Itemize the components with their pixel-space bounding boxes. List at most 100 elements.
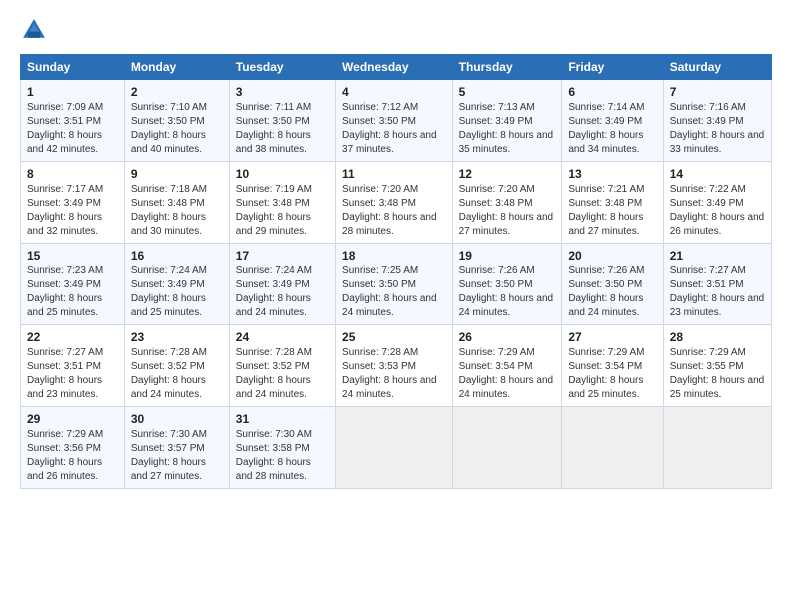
day-number: 6 xyxy=(568,84,656,101)
day-number: 30 xyxy=(131,411,223,428)
header-day-wednesday: Wednesday xyxy=(336,55,453,80)
sunset: Sunset: 3:54 PM xyxy=(459,360,556,374)
day-number: 17 xyxy=(236,248,329,265)
day-cell: 21Sunrise: 7:27 AMSunset: 3:51 PMDayligh… xyxy=(663,243,771,325)
day-cell: 24Sunrise: 7:28 AMSunset: 3:52 PMDayligh… xyxy=(229,325,335,407)
day-number: 3 xyxy=(236,84,329,101)
sunrise: Sunrise: 7:23 AM xyxy=(27,264,118,278)
daylight: Daylight: 8 hours and 24 minutes. xyxy=(236,292,329,320)
header-day-monday: Monday xyxy=(124,55,229,80)
day-number: 2 xyxy=(131,84,223,101)
daylight: Daylight: 8 hours and 25 minutes. xyxy=(27,292,118,320)
day-cell: 5Sunrise: 7:13 AMSunset: 3:49 PMDaylight… xyxy=(452,80,562,162)
day-cell: 6Sunrise: 7:14 AMSunset: 3:49 PMDaylight… xyxy=(562,80,663,162)
day-cell: 26Sunrise: 7:29 AMSunset: 3:54 PMDayligh… xyxy=(452,325,562,407)
day-cell xyxy=(452,407,562,489)
day-cell: 23Sunrise: 7:28 AMSunset: 3:52 PMDayligh… xyxy=(124,325,229,407)
week-row-4: 22Sunrise: 7:27 AMSunset: 3:51 PMDayligh… xyxy=(21,325,772,407)
day-number: 4 xyxy=(342,84,446,101)
sunrise: Sunrise: 7:30 AM xyxy=(236,428,329,442)
sunrise: Sunrise: 7:14 AM xyxy=(568,101,656,115)
day-cell xyxy=(562,407,663,489)
sunset: Sunset: 3:50 PM xyxy=(236,115,329,129)
day-number: 7 xyxy=(670,84,765,101)
day-cell: 13Sunrise: 7:21 AMSunset: 3:48 PMDayligh… xyxy=(562,161,663,243)
sunset: Sunset: 3:50 PM xyxy=(459,278,556,292)
sunset: Sunset: 3:52 PM xyxy=(236,360,329,374)
sunset: Sunset: 3:55 PM xyxy=(670,360,765,374)
day-cell: 16Sunrise: 7:24 AMSunset: 3:49 PMDayligh… xyxy=(124,243,229,325)
day-number: 5 xyxy=(459,84,556,101)
sunset: Sunset: 3:51 PM xyxy=(670,278,765,292)
sunrise: Sunrise: 7:18 AM xyxy=(131,183,223,197)
sunset: Sunset: 3:49 PM xyxy=(27,197,118,211)
day-cell: 4Sunrise: 7:12 AMSunset: 3:50 PMDaylight… xyxy=(336,80,453,162)
day-cell: 1Sunrise: 7:09 AMSunset: 3:51 PMDaylight… xyxy=(21,80,125,162)
sunset: Sunset: 3:53 PM xyxy=(342,360,446,374)
header-day-tuesday: Tuesday xyxy=(229,55,335,80)
day-number: 10 xyxy=(236,166,329,183)
daylight: Daylight: 8 hours and 32 minutes. xyxy=(27,211,118,239)
week-row-1: 1Sunrise: 7:09 AMSunset: 3:51 PMDaylight… xyxy=(21,80,772,162)
daylight: Daylight: 8 hours and 40 minutes. xyxy=(131,129,223,157)
sunrise: Sunrise: 7:29 AM xyxy=(670,346,765,360)
sunset: Sunset: 3:49 PM xyxy=(131,278,223,292)
day-cell: 8Sunrise: 7:17 AMSunset: 3:49 PMDaylight… xyxy=(21,161,125,243)
daylight: Daylight: 8 hours and 23 minutes. xyxy=(670,292,765,320)
daylight: Daylight: 8 hours and 37 minutes. xyxy=(342,129,446,157)
sunset: Sunset: 3:48 PM xyxy=(236,197,329,211)
sunset: Sunset: 3:48 PM xyxy=(459,197,556,211)
day-number: 27 xyxy=(568,329,656,346)
day-cell: 31Sunrise: 7:30 AMSunset: 3:58 PMDayligh… xyxy=(229,407,335,489)
day-cell: 7Sunrise: 7:16 AMSunset: 3:49 PMDaylight… xyxy=(663,80,771,162)
sunrise: Sunrise: 7:21 AM xyxy=(568,183,656,197)
daylight: Daylight: 8 hours and 28 minutes. xyxy=(342,211,446,239)
daylight: Daylight: 8 hours and 24 minutes. xyxy=(131,374,223,402)
sunset: Sunset: 3:50 PM xyxy=(131,115,223,129)
sunset: Sunset: 3:48 PM xyxy=(342,197,446,211)
day-number: 21 xyxy=(670,248,765,265)
day-number: 23 xyxy=(131,329,223,346)
daylight: Daylight: 8 hours and 25 minutes. xyxy=(568,374,656,402)
sunset: Sunset: 3:57 PM xyxy=(131,442,223,456)
daylight: Daylight: 8 hours and 25 minutes. xyxy=(670,374,765,402)
day-cell xyxy=(336,407,453,489)
day-cell: 10Sunrise: 7:19 AMSunset: 3:48 PMDayligh… xyxy=(229,161,335,243)
sunrise: Sunrise: 7:20 AM xyxy=(459,183,556,197)
day-number: 1 xyxy=(27,84,118,101)
day-cell: 12Sunrise: 7:20 AMSunset: 3:48 PMDayligh… xyxy=(452,161,562,243)
day-number: 11 xyxy=(342,166,446,183)
day-cell: 17Sunrise: 7:24 AMSunset: 3:49 PMDayligh… xyxy=(229,243,335,325)
daylight: Daylight: 8 hours and 26 minutes. xyxy=(670,211,765,239)
daylight: Daylight: 8 hours and 24 minutes. xyxy=(236,374,329,402)
sunrise: Sunrise: 7:28 AM xyxy=(342,346,446,360)
sunrise: Sunrise: 7:27 AM xyxy=(27,346,118,360)
week-row-2: 8Sunrise: 7:17 AMSunset: 3:49 PMDaylight… xyxy=(21,161,772,243)
header-day-saturday: Saturday xyxy=(663,55,771,80)
sunset: Sunset: 3:49 PM xyxy=(568,115,656,129)
day-cell: 15Sunrise: 7:23 AMSunset: 3:49 PMDayligh… xyxy=(21,243,125,325)
sunset: Sunset: 3:58 PM xyxy=(236,442,329,456)
sunrise: Sunrise: 7:10 AM xyxy=(131,101,223,115)
sunset: Sunset: 3:51 PM xyxy=(27,360,118,374)
sunrise: Sunrise: 7:27 AM xyxy=(670,264,765,278)
sunrise: Sunrise: 7:26 AM xyxy=(459,264,556,278)
daylight: Daylight: 8 hours and 34 minutes. xyxy=(568,129,656,157)
header xyxy=(20,16,772,44)
day-cell: 30Sunrise: 7:30 AMSunset: 3:57 PMDayligh… xyxy=(124,407,229,489)
sunset: Sunset: 3:50 PM xyxy=(342,115,446,129)
day-number: 16 xyxy=(131,248,223,265)
header-row: SundayMondayTuesdayWednesdayThursdayFrid… xyxy=(21,55,772,80)
header-day-sunday: Sunday xyxy=(21,55,125,80)
day-cell: 20Sunrise: 7:26 AMSunset: 3:50 PMDayligh… xyxy=(562,243,663,325)
day-cell: 28Sunrise: 7:29 AMSunset: 3:55 PMDayligh… xyxy=(663,325,771,407)
sunset: Sunset: 3:51 PM xyxy=(27,115,118,129)
week-row-5: 29Sunrise: 7:29 AMSunset: 3:56 PMDayligh… xyxy=(21,407,772,489)
sunset: Sunset: 3:49 PM xyxy=(459,115,556,129)
sunrise: Sunrise: 7:28 AM xyxy=(131,346,223,360)
day-number: 20 xyxy=(568,248,656,265)
daylight: Daylight: 8 hours and 35 minutes. xyxy=(459,129,556,157)
day-cell: 9Sunrise: 7:18 AMSunset: 3:48 PMDaylight… xyxy=(124,161,229,243)
day-cell: 19Sunrise: 7:26 AMSunset: 3:50 PMDayligh… xyxy=(452,243,562,325)
sunset: Sunset: 3:56 PM xyxy=(27,442,118,456)
